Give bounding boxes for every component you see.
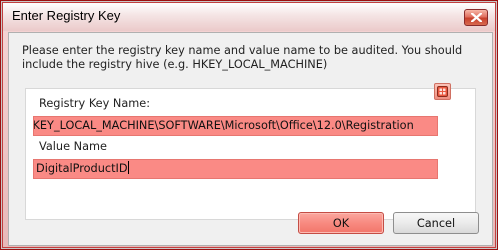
registry-key-input[interactable]: HKEY_LOCAL_MACHINE\SOFTWARE\Microsoft\Of… — [33, 116, 438, 136]
registry-key-dialog: Enter Registry Key Please enter the regi… — [0, 0, 498, 250]
value-name-text: DigitalProductID — [36, 162, 128, 175]
title-bar[interactable]: Enter Registry Key — [3, 3, 495, 31]
value-name-input[interactable]: DigitalProductID — [33, 159, 438, 179]
registry-fields-panel: Registry Key Name: HKEY_LOCAL_MACHINE\SO… — [25, 88, 476, 220]
window-frame: Enter Registry Key Please enter the regi… — [2, 2, 496, 248]
dialog-body: Please enter the registry key name and v… — [8, 32, 493, 246]
instructions-text: Please enter the registry key name and v… — [22, 44, 463, 71]
window-title: Enter Registry Key — [12, 8, 121, 23]
close-button[interactable] — [464, 9, 488, 26]
close-icon — [470, 13, 482, 22]
ok-button[interactable]: OK — [298, 212, 384, 234]
cancel-button[interactable]: Cancel — [393, 212, 479, 234]
text-caret — [127, 161, 129, 174]
value-name-label: Value Name — [39, 140, 107, 153]
browse-registry-button[interactable] — [434, 83, 451, 100]
registry-key-label: Registry Key Name: — [39, 97, 151, 110]
browse-icon — [437, 86, 448, 97]
